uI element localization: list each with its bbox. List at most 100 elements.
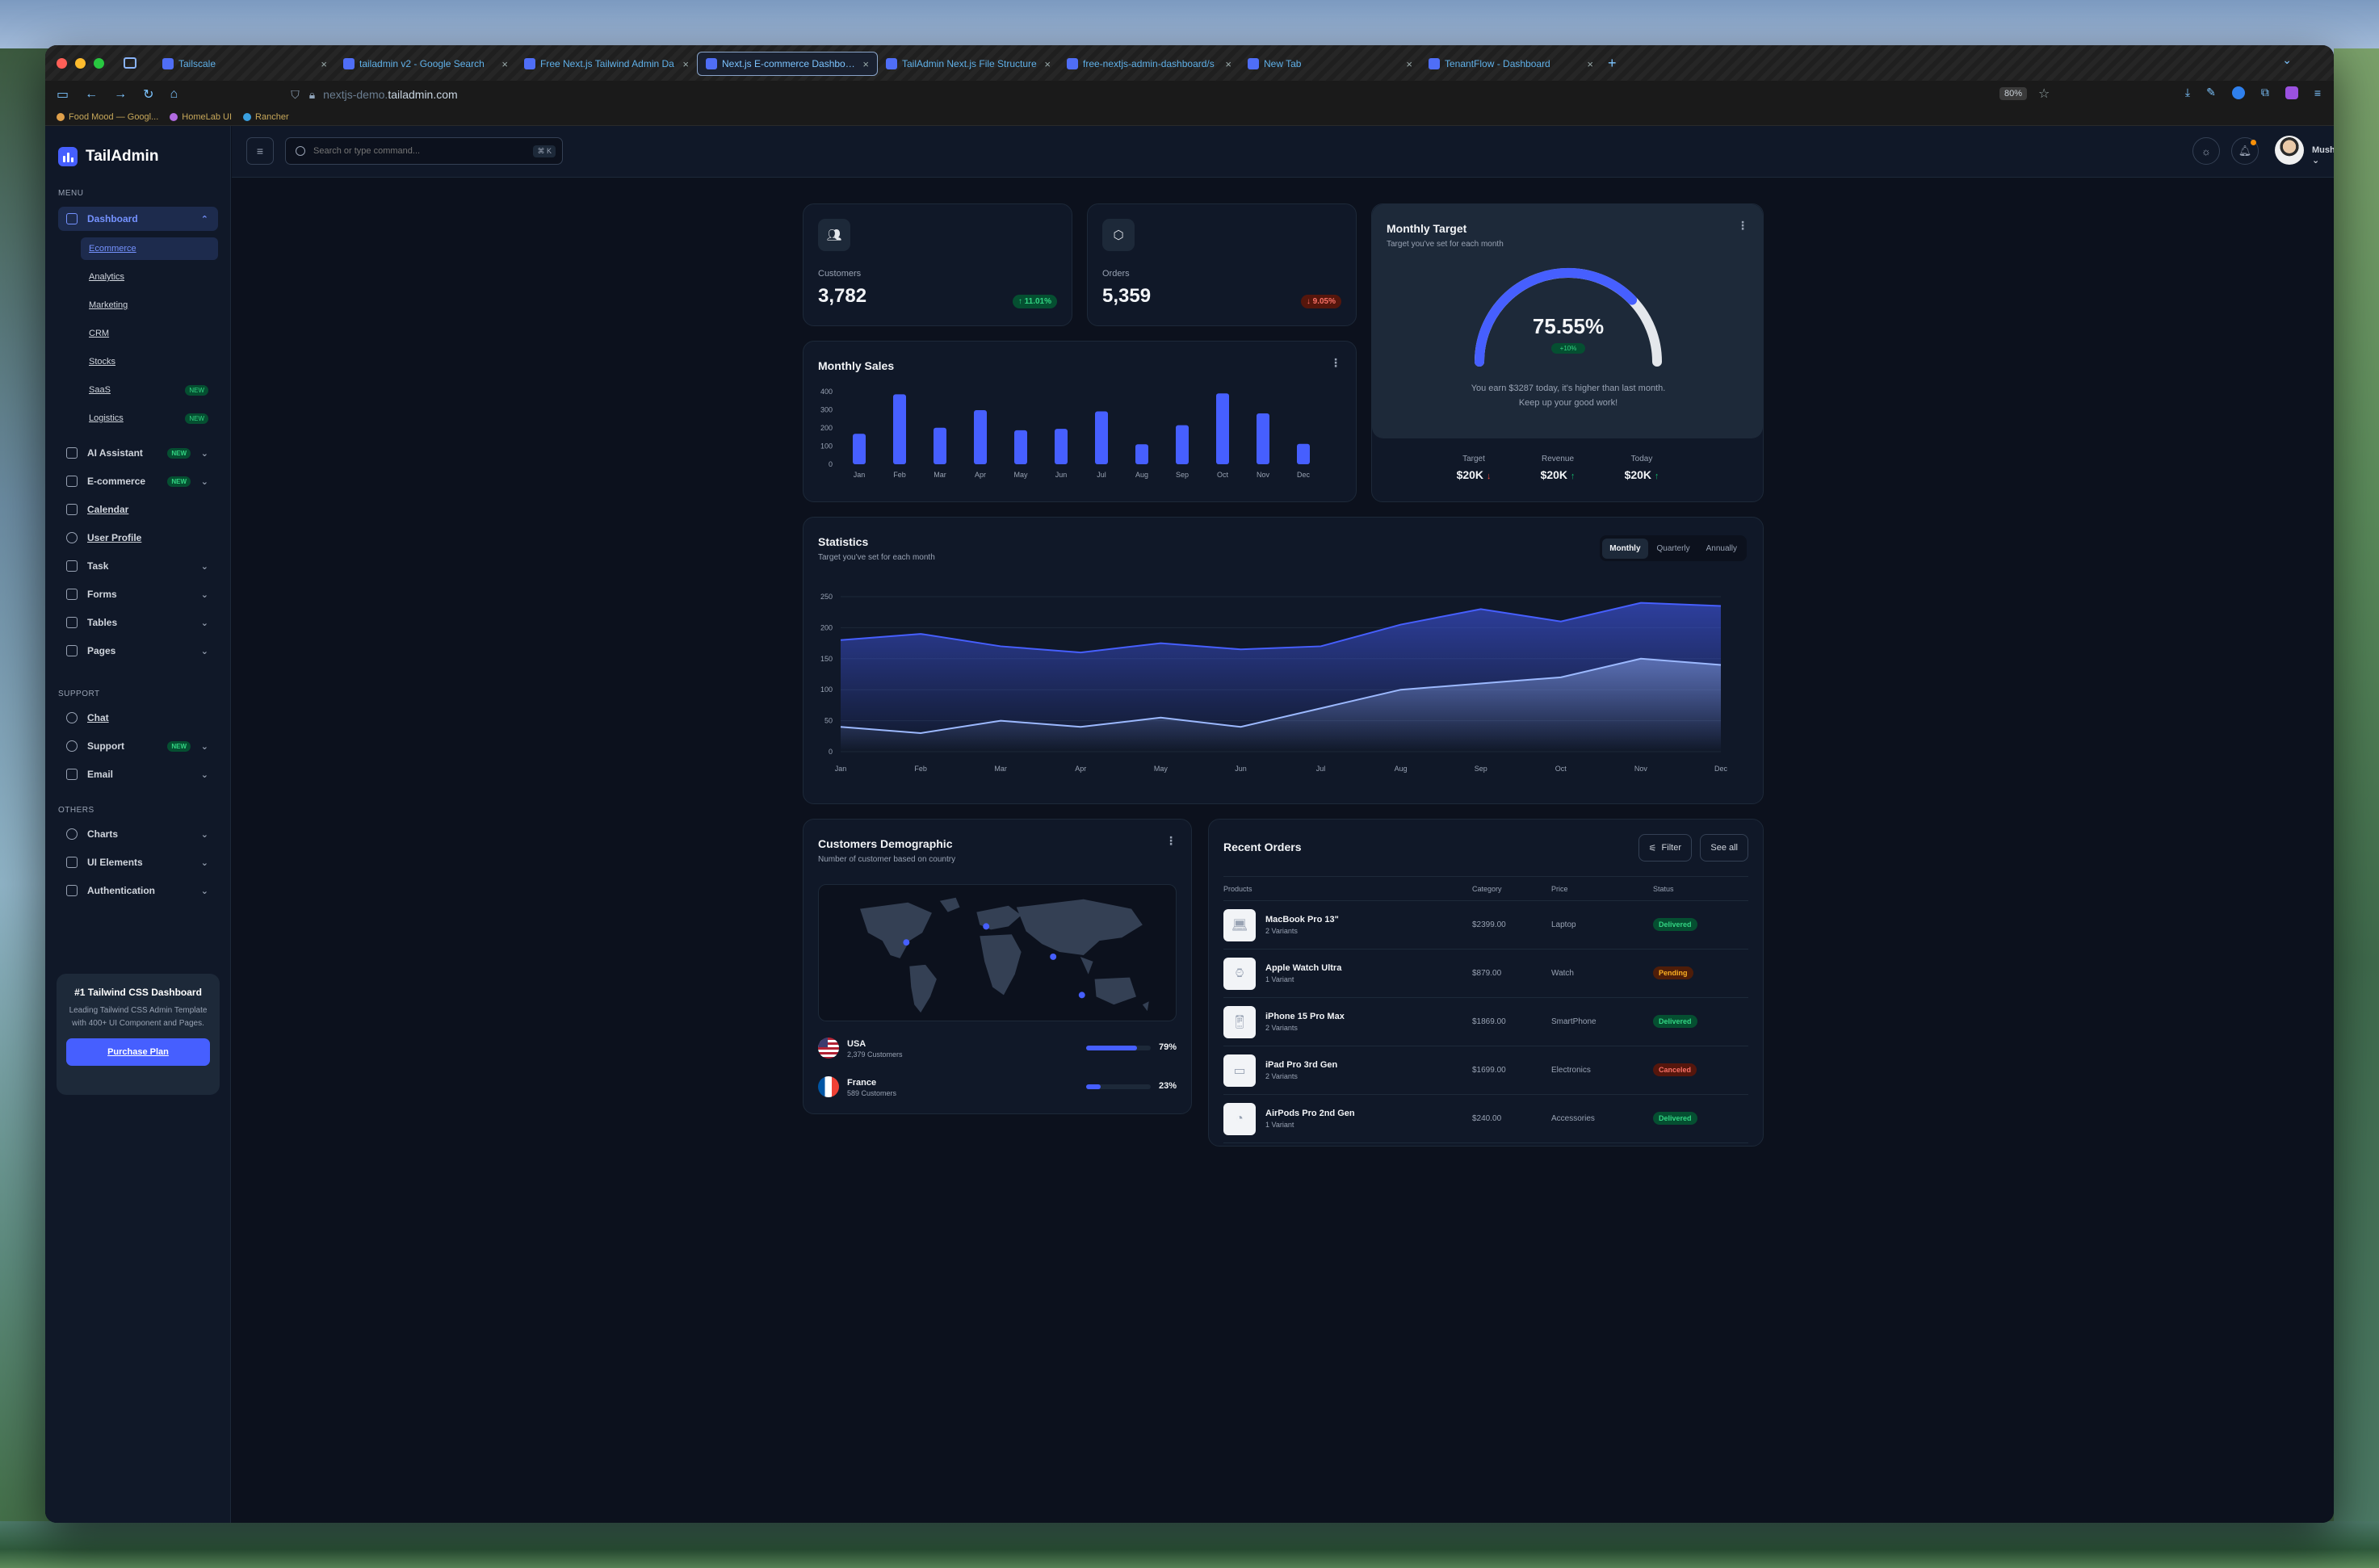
tab-list-chevron-icon[interactable]: ⌄ [2282,53,2292,67]
address-bar[interactable]: ⛉ 🔒︎ nextjs-demo. tailadmin.com [291,88,457,102]
sales-bar [893,394,906,464]
close-window-button[interactable] [57,57,67,69]
hamburger-icon: ≡ [256,145,264,157]
bookmark-food-mood[interactable]: Food Mood — Googl... [57,112,158,122]
sidebar-item-tables[interactable]: Tables ⌄ [58,610,218,635]
stat-value: $20K [1456,468,1484,481]
tab-quarterly[interactable]: Quarterly [1650,539,1697,559]
sidebar-item-authentication[interactable]: Authentication ⌄ [58,878,218,903]
status-badge: Delivered [1653,1112,1697,1125]
brand-logo[interactable]: TailAdmin [58,147,158,166]
back-icon[interactable]: ← [85,87,98,102]
sidebar-item-ui-elements[interactable]: UI Elements ⌄ [58,850,218,874]
extension-b-icon[interactable] [2231,86,2245,99]
sidebar-subitem[interactable]: Stocks [81,350,218,373]
sidebar-subitem[interactable]: Logistics NEW [81,407,218,430]
wrench-icon[interactable]: ✎ [2206,86,2216,99]
tab-favicon-icon [343,58,355,69]
sidebar-item-support[interactable]: Support NEW ⌄ [58,734,218,758]
menu-icon[interactable]: ≡ [2314,86,2321,99]
search-box[interactable]: ⌘ K [285,137,563,165]
sidebar-subitem[interactable]: SaaS NEW [81,379,218,401]
close-tab-icon[interactable]: × [1225,58,1231,70]
sidebar-item-email[interactable]: Email ⌄ [58,762,218,786]
extension-purple-icon[interactable] [2285,86,2298,99]
sidebar-item-pages[interactable]: Pages ⌄ [58,639,218,663]
purchase-plan-button[interactable]: Purchase Plan [66,1038,210,1066]
browser-tab[interactable]: TailAdmin Next.js File Structure × [878,52,1059,76]
avatar[interactable] [2275,136,2304,165]
map-marker [983,923,990,930]
sidebar-toggle-icon[interactable] [124,57,136,69]
browser-tab[interactable]: Tailscale × [154,52,335,76]
tab-annually[interactable]: Annually [1699,539,1744,559]
browser-tab[interactable]: New Tab × [1240,52,1420,76]
sidebar-subitem[interactable]: CRM [81,322,218,345]
sidebar-item-calendar[interactable]: Calendar [58,497,218,522]
sidebar-item-ecommerce[interactable]: E-commerce NEW ⌄ [58,469,218,493]
bookmark-homelab[interactable]: HomeLab UI [170,112,232,122]
customers-card: 👥︎ Customers 3,782 ↑ 11.01% [803,203,1072,326]
more-options-icon[interactable]: ⋮ [1330,356,1341,370]
sidebar-item-charts[interactable]: Charts ⌄ [58,822,218,846]
filter-button[interactable]: ⚟ Filter [1638,834,1692,862]
browser-tab[interactable]: TenantFlow - Dashboard × [1420,52,1601,76]
orders-table: Products Category Price Status 💻︎ MacBook… [1223,876,1748,1143]
notification-dot [2251,140,2256,145]
new-badge: NEW [185,413,208,424]
tab-monthly[interactable]: Monthly [1602,538,1648,559]
close-tab-icon[interactable]: × [1587,58,1593,70]
new-tab-button[interactable]: + [1608,55,1617,72]
sidebar-item-ai-assistant[interactable]: AI Assistant NEW ⌄ [58,441,218,465]
sidebar-item-task[interactable]: Task ⌄ [58,554,218,578]
browser-tab[interactable]: free-nextjs-admin-dashboard/s × [1059,52,1240,76]
theme-toggle-button[interactable]: ☼ [2192,137,2220,165]
menu-toggle-button[interactable]: ≡ [246,137,274,165]
close-tab-icon[interactable]: × [321,58,327,70]
more-options-icon[interactable]: ⋮ [1165,834,1177,848]
sidebar-item-label: Authentication [87,885,155,896]
download-icon[interactable]: ⤓ [2185,86,2190,99]
close-tab-icon[interactable]: × [1044,58,1051,70]
close-tab-icon[interactable]: × [682,58,689,70]
extension-puzzle-icon[interactable]: ⧉ [2261,86,2269,99]
search-input[interactable] [313,146,515,156]
gauge-badge: +10% [1551,343,1585,354]
bookmark-rancher[interactable]: Rancher [243,112,289,122]
table-row[interactable]: ⌚︎ Apple Watch Ultra 1 Variant $879.00 Watch… [1223,949,1748,998]
maximize-window-button[interactable] [94,57,104,69]
sun-icon: ☼ [2201,145,2211,157]
sidebar-item-dashboard[interactable]: Dashboard ⌃ [58,207,218,231]
close-tab-icon[interactable]: × [862,58,869,70]
table-row[interactable]: 💻︎ MacBook Pro 13" 2 Variants $2399.00 Lapto… [1223,900,1748,950]
reload-icon[interactable]: ↻ [143,86,153,103]
browser-tab[interactable]: Free Next.js Tailwind Admin Da × [516,52,697,76]
table-row[interactable]: ▭ iPad Pro 3rd Gen 2 Variants $1699.00 Elect… [1223,1046,1748,1095]
sidebar-icon[interactable]: ▭ [57,86,69,103]
sidebar-subitem[interactable]: Analytics [81,266,218,288]
notifications-button[interactable]: 🔔︎ [2231,137,2259,165]
close-tab-icon[interactable]: × [501,58,508,70]
see-all-button[interactable]: See all [1700,834,1748,862]
minimize-window-button[interactable] [75,57,86,69]
sidebar-item-forms[interactable]: Forms ⌄ [58,582,218,606]
zoom-level[interactable]: 80% [1999,87,2028,100]
status-cell: Delivered [1653,997,1748,1046]
sidebar-item-chat[interactable]: Chat [58,706,218,730]
user-menu[interactable]: Musharof ⌄ [2312,145,2334,166]
table-row[interactable]: ◔ AirPods Pro 2nd Gen 1 Variant $240.00 Acce… [1223,1094,1748,1143]
sidebar-subitem[interactable]: Ecommerce [81,237,218,260]
close-tab-icon[interactable]: × [1406,58,1412,70]
bookmark-star-icon[interactable]: ☆ [2038,86,2050,102]
more-options-icon[interactable]: ⋮ [1737,219,1748,233]
x-tick-label: Dec [1714,765,1728,773]
forward-icon[interactable]: → [114,87,127,102]
lock-icon: 🔒︎ [308,87,316,101]
home-icon[interactable]: ⌂ [170,87,178,102]
column-header: Category [1472,876,1551,901]
table-row[interactable]: 📱︎ iPhone 15 Pro Max 2 Variants $1869.00 Sma… [1223,997,1748,1046]
browser-tab[interactable]: Next.js E-commerce Dashboard × [697,52,878,76]
sidebar-subitem[interactable]: Marketing [81,294,218,317]
sidebar-item-user-profile[interactable]: User Profile [58,526,218,550]
browser-tab[interactable]: tailadmin v2 - Google Search × [335,52,516,76]
